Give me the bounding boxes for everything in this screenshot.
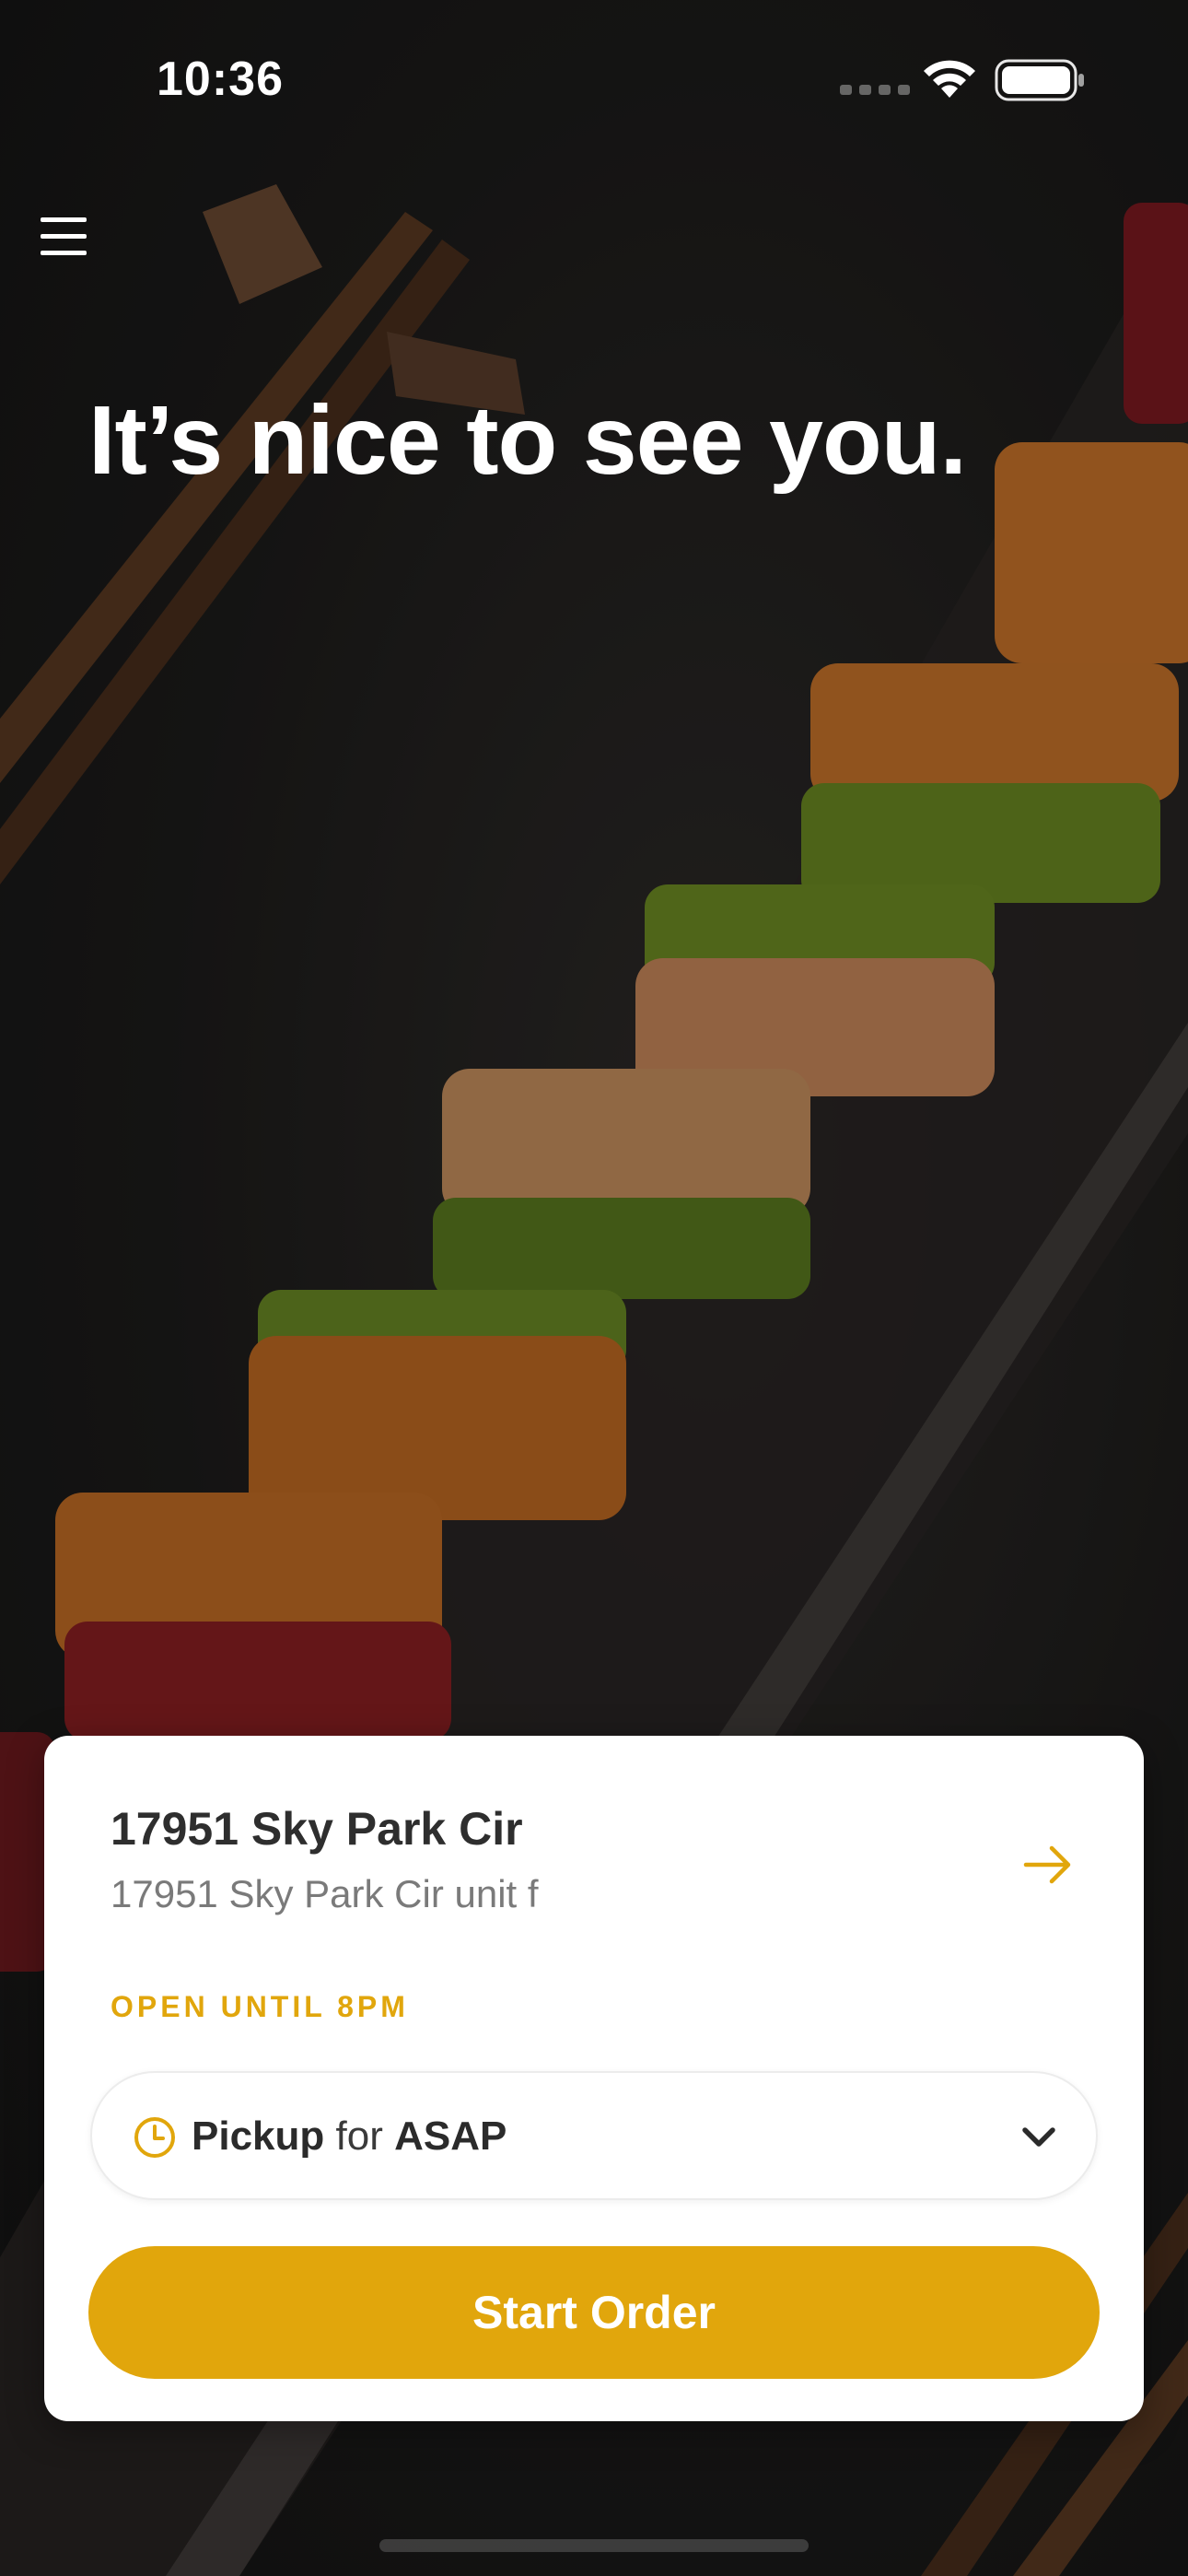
clock-icon — [134, 2117, 175, 2158]
order-time: ASAP — [394, 2113, 507, 2159]
status-bar: 10:36 — [0, 0, 1188, 157]
wifi-icon — [924, 60, 975, 98]
order-mode: Pickup — [192, 2113, 325, 2159]
location-card: 17951 Sky Park Cir 17951 Sky Park Cir un… — [44, 1736, 1144, 2421]
greeting-title: It’s nice to see you. — [88, 386, 967, 495]
chevron-down-icon — [1022, 2127, 1055, 2147]
menu-icon[interactable] — [41, 210, 92, 262]
start-order-button[interactable]: Start Order — [88, 2246, 1100, 2379]
cellular-signal-icon — [840, 85, 910, 95]
order-connector: for — [335, 2113, 383, 2159]
hours-label: OPEN UNTIL 8PM — [111, 1990, 409, 2023]
battery-icon — [995, 59, 1084, 101]
location-address: 17951 Sky Park Cir unit f — [111, 1872, 539, 1915]
location-name[interactable]: 17951 Sky Park Cir — [111, 1802, 523, 1856]
home-indicator[interactable] — [379, 2539, 809, 2552]
arrow-right-icon[interactable] — [1020, 1837, 1076, 1892]
order-type-value: Pickup for ASAP — [192, 2113, 507, 2160]
status-time: 10:36 — [157, 53, 284, 106]
order-type-select[interactable]: Pickup for ASAP — [90, 2071, 1098, 2200]
